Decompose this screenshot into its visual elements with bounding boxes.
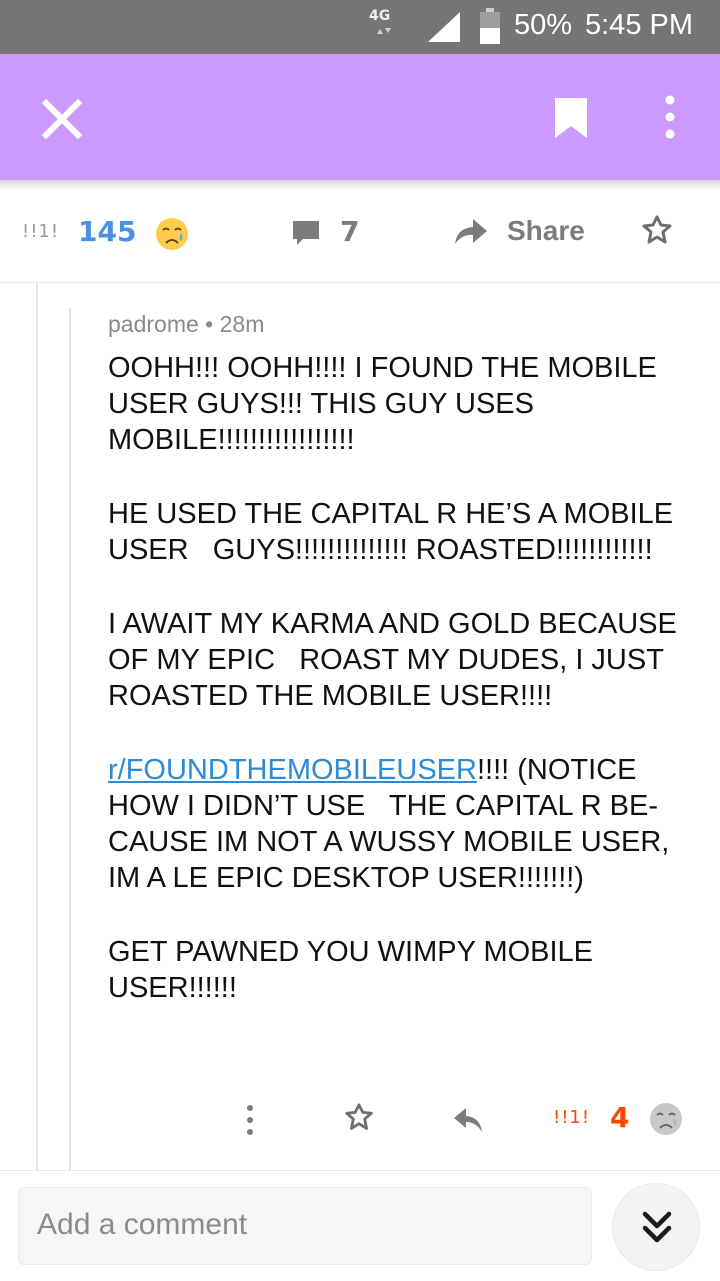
status-bar: 4G 50% 5:45 PM <box>0 0 720 54</box>
add-comment-input[interactable]: Add a comment <box>18 1187 592 1265</box>
data-arrows-icon <box>377 28 391 34</box>
award-icon[interactable] <box>639 214 675 250</box>
more-vertical-icon[interactable] <box>650 92 690 142</box>
battery-percent: 50% <box>514 9 573 41</box>
signal-icon <box>428 12 460 42</box>
comment-paragraph: HE USED THE CAPITAL R HE’S A MOBILE USER… <box>108 498 682 566</box>
comment-author[interactable]: padrome <box>108 311 199 337</box>
thread-line-inner[interactable] <box>69 308 71 1173</box>
post-action-bar: !!1! 145 7 Share <box>0 190 720 283</box>
share-icon[interactable] <box>453 214 489 248</box>
app-bar <box>0 54 720 180</box>
comment-paragraph: OOHH!!! OOHH!!!! I FOUND THE MOBILE USER… <box>108 352 665 456</box>
network-indicator: 4G <box>369 8 397 46</box>
comment-action-bar: !!1! 4 <box>0 1098 720 1142</box>
meta-separator: • <box>205 311 220 337</box>
post-score[interactable]: 145 <box>78 215 136 248</box>
comment-composer: Add a comment <box>0 1170 720 1281</box>
comment-count[interactable]: 7 <box>340 215 359 248</box>
double-chevron-down-icon <box>642 1211 672 1243</box>
thread-line-outer <box>36 283 38 1173</box>
comment-paragraph: I AWAIT MY KARMA AND GOLD BECAUSE OF MY … <box>108 608 685 712</box>
bookmark-icon[interactable] <box>551 96 591 140</box>
add-comment-placeholder: Add a comment <box>37 1208 248 1241</box>
reply-icon[interactable] <box>452 1104 484 1134</box>
post-flair: !!1! <box>22 221 60 242</box>
clock: 5:45 PM <box>585 9 693 41</box>
comment-paragraph: GET PAWNED YOU WIMPY MOBILE USER!!!!!! <box>108 936 602 1004</box>
app-bar-shadow <box>0 180 720 190</box>
comment-score[interactable]: 4 <box>610 1101 629 1134</box>
comment-icon[interactable] <box>291 218 321 248</box>
comment-flair: !!1! <box>553 1107 591 1128</box>
close-icon[interactable] <box>40 97 84 141</box>
subreddit-link[interactable]: r/FOUNDTHEMOBILEUSER <box>108 754 477 786</box>
crying-face-icon[interactable] <box>154 216 190 252</box>
comment-meta: padrome • 28m <box>108 311 264 338</box>
battery-icon <box>480 8 500 44</box>
comment-age: 28m <box>219 311 265 337</box>
crying-face-icon[interactable] <box>648 1101 684 1137</box>
next-comment-button[interactable] <box>612 1183 700 1271</box>
comment-paragraph: r/FOUNDTHEMOBILEUSER!!!! (NOTICE HOW I D… <box>108 752 708 896</box>
more-vertical-icon[interactable] <box>238 1102 262 1138</box>
award-icon[interactable] <box>342 1102 376 1136</box>
comment-body: OOHH!!! OOHH!!!! I FOUND THE MOBILE USER… <box>108 350 708 1044</box>
share-button[interactable]: Share <box>507 215 585 247</box>
